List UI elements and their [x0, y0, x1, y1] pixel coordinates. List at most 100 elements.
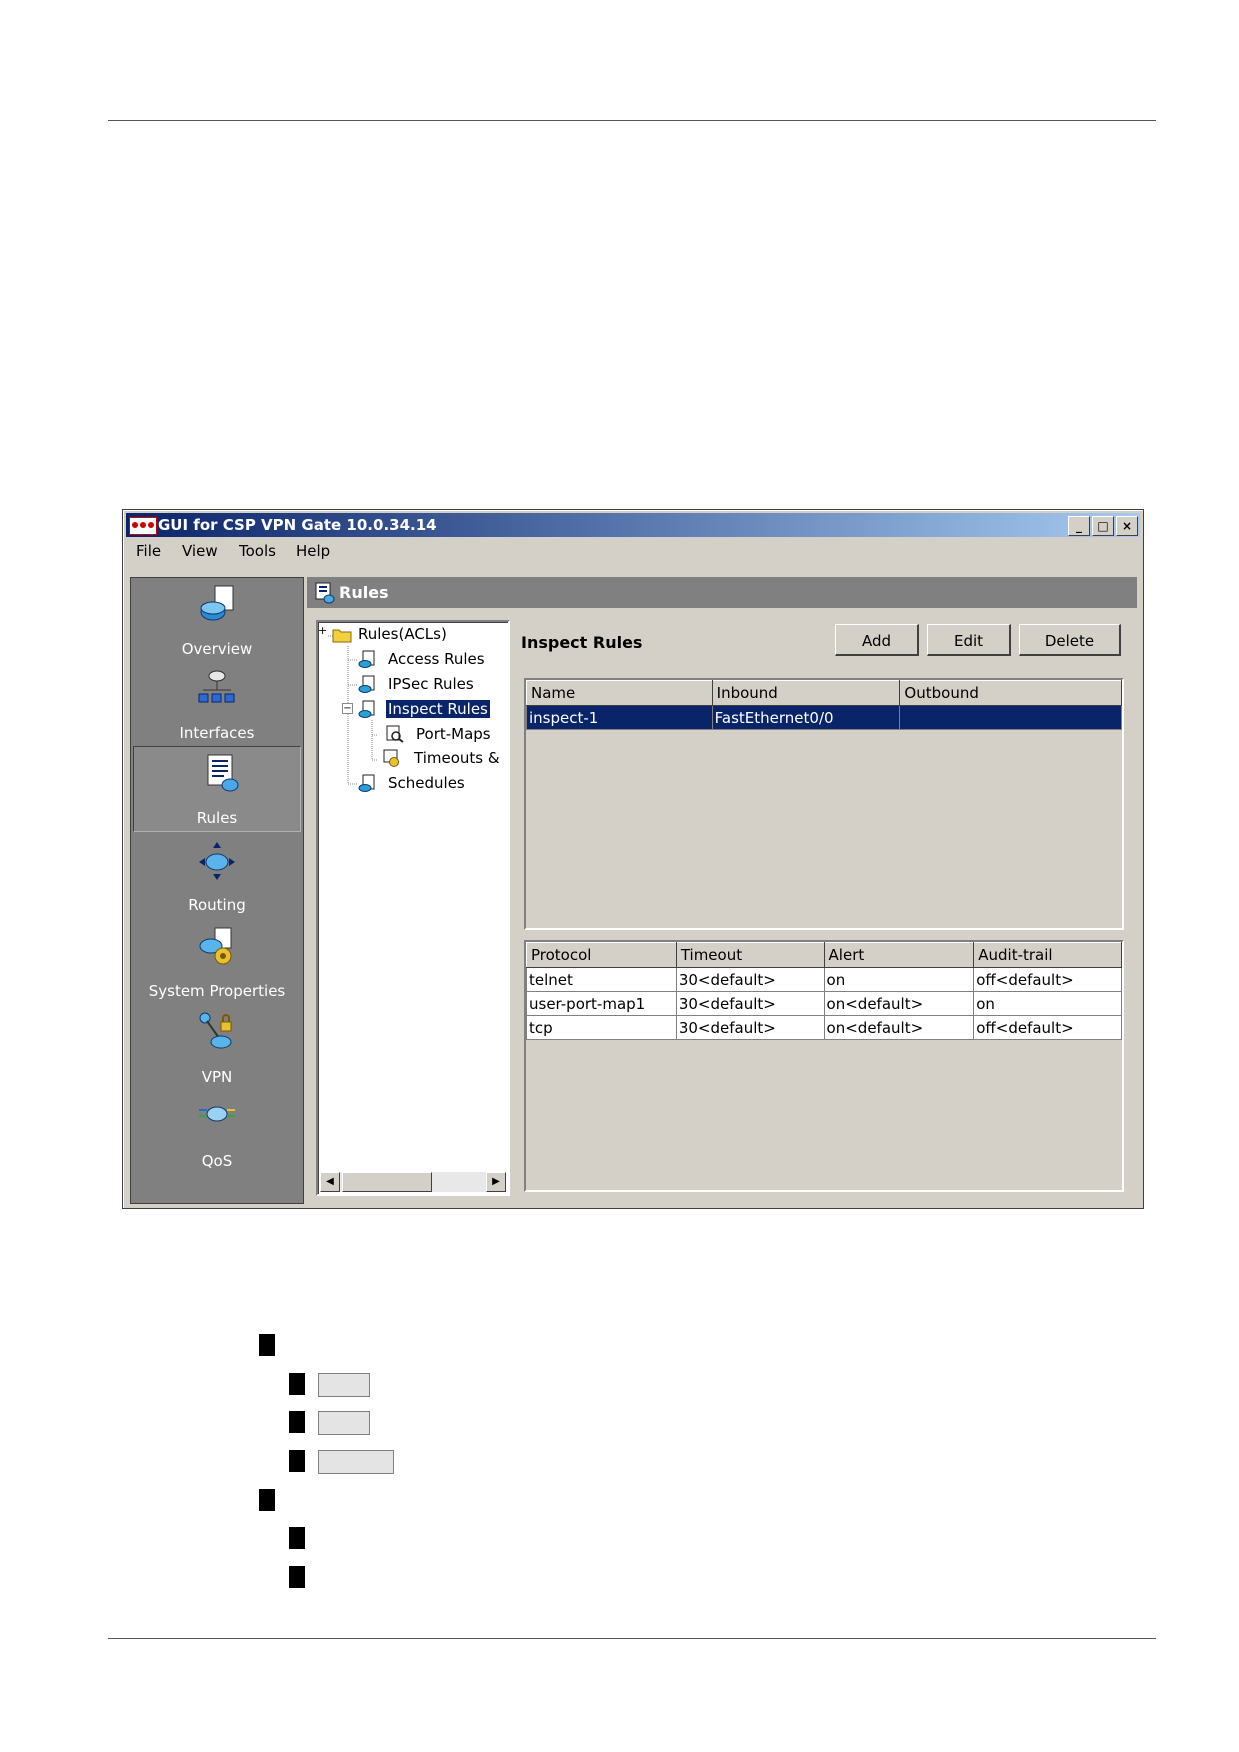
tree-item-access-rules[interactable]: Access Rules	[388, 650, 485, 668]
rule-icon	[358, 700, 375, 718]
cell-audit-trail: off<default>	[973, 967, 1122, 992]
rule-icon	[358, 650, 375, 668]
nav-item-overview[interactable]: Overview	[131, 578, 303, 662]
column-header-alert[interactable]: Alert	[823, 942, 975, 968]
tree-item-timeouts[interactable]: Timeouts &	[414, 749, 500, 767]
app-window: GUI for CSP VPN Gate 10.0.34.14 _ □ × Fi…	[122, 509, 1144, 1209]
title-bar[interactable]: GUI for CSP VPN Gate 10.0.34.14 _ □ ×	[126, 513, 1140, 537]
rules-header-icon	[315, 582, 335, 604]
tree-expander-root[interactable]: +	[318, 625, 327, 636]
close-button[interactable]: ×	[1116, 516, 1138, 536]
nav-item-qos[interactable]: QoS	[131, 1090, 303, 1174]
timeouts-icon	[383, 749, 399, 767]
rules-icon	[207, 754, 239, 792]
cell-alert: on<default>	[823, 991, 975, 1016]
interfaces-icon	[198, 670, 235, 703]
nav-label: QoS	[201, 1152, 233, 1170]
menu-file[interactable]: File	[136, 542, 161, 560]
bullet-marker	[289, 1411, 305, 1433]
tree-item-rules-acls[interactable]: Rules(ACLs)	[358, 625, 447, 643]
overview-icon	[200, 585, 234, 621]
tree-item-schedules[interactable]: Schedules	[388, 774, 465, 792]
button-glyph	[318, 1450, 394, 1474]
nav-label: Interfaces	[179, 724, 255, 742]
menu-tools[interactable]: Tools	[239, 542, 276, 560]
cell-timeout: 30<default>	[675, 967, 825, 992]
system-properties-icon	[199, 927, 232, 965]
window-title: GUI for CSP VPN Gate 10.0.34.14	[158, 516, 437, 534]
nav-label: VPN	[201, 1068, 233, 1086]
header-rule	[108, 120, 1156, 121]
cell-alert: on<default>	[823, 1015, 975, 1040]
delete-button[interactable]: Delete	[1019, 624, 1121, 656]
cell-timeout: 30<default>	[675, 991, 825, 1016]
nav-label: Rules	[196, 809, 238, 827]
tree-item-port-maps[interactable]: Port-Maps	[416, 725, 491, 743]
nav-item-rules[interactable]: Rules	[133, 746, 301, 832]
rule-icon	[358, 675, 375, 693]
menu-help[interactable]: Help	[296, 542, 330, 560]
column-header-timeout[interactable]: Timeout	[675, 942, 825, 968]
scroll-left-button[interactable]: ◀	[320, 1172, 340, 1192]
cell-timeout: 30<default>	[675, 1015, 825, 1040]
button-glyph	[318, 1373, 370, 1397]
cell-outbound	[899, 705, 1122, 730]
column-header-inbound[interactable]: Inbound	[711, 680, 901, 706]
rules-tree[interactable]: + − Rules(ACLs) Access Rules IPSec Rules…	[316, 620, 510, 1196]
scroll-thumb[interactable]	[342, 1172, 432, 1192]
table-row[interactable]: user-port-map1 30<default> on<default> o…	[526, 991, 1122, 1016]
minimize-button[interactable]: _	[1068, 516, 1090, 536]
nav-label: System Properties	[148, 982, 286, 1000]
nav-item-system-properties[interactable]: System Properties	[131, 920, 303, 1004]
portmap-icon	[386, 725, 404, 743]
table-header-row: Protocol Timeout Alert Audit-trail	[526, 942, 1122, 968]
tree-expander-inspect[interactable]: −	[342, 703, 353, 714]
nav-label: Routing	[188, 896, 246, 914]
column-header-outbound[interactable]: Outbound	[899, 680, 1122, 706]
tree-item-inspect-rules[interactable]: Inspect Rules	[386, 700, 490, 718]
cell-protocol: tcp	[526, 1015, 677, 1040]
tree-horizontal-scrollbar[interactable]: ◀ ▶	[320, 1172, 506, 1192]
table-row[interactable]: tcp 30<default> on<default> off<default>	[526, 1015, 1122, 1040]
edit-button[interactable]: Edit	[927, 624, 1011, 656]
bullet-marker	[289, 1566, 305, 1588]
column-header-name[interactable]: Name	[526, 680, 713, 706]
nav-item-vpn[interactable]: VPN	[131, 1006, 303, 1090]
cell-audit-trail: on	[973, 991, 1122, 1016]
button-glyph	[318, 1411, 370, 1435]
nav-item-routing[interactable]: Routing	[131, 834, 303, 918]
column-header-audit-trail[interactable]: Audit-trail	[973, 942, 1122, 968]
cell-protocol: telnet	[526, 967, 677, 992]
vpn-icon	[199, 1012, 232, 1049]
bullet-marker	[289, 1373, 305, 1395]
footer-rule	[108, 1638, 1156, 1639]
inspect-rules-table[interactable]: Name Inbound Outbound inspect-1 FastEthe…	[524, 678, 1124, 930]
cell-alert: on	[823, 967, 975, 992]
menu-view[interactable]: View	[182, 542, 218, 560]
table-header-row: Name Inbound Outbound	[526, 680, 1122, 706]
cell-inbound: FastEthernet0/0	[711, 705, 901, 730]
column-header-protocol[interactable]: Protocol	[526, 942, 677, 968]
routing-icon	[199, 842, 235, 880]
table-row[interactable]: inspect-1 FastEthernet0/0	[526, 705, 1122, 730]
cell-audit-trail: off<default>	[973, 1015, 1122, 1040]
rule-icon	[358, 774, 375, 792]
maximize-button[interactable]: □	[1092, 516, 1114, 536]
panel-title: Rules	[339, 583, 389, 602]
bullet-marker	[259, 1334, 275, 1356]
folder-icon	[332, 629, 352, 643]
bullet-marker	[289, 1527, 305, 1549]
nav-label: Overview	[181, 640, 253, 658]
table-row[interactable]: telnet 30<default> on off<default>	[526, 967, 1122, 992]
bullet-marker	[259, 1489, 275, 1511]
section-title: Inspect Rules	[521, 633, 643, 652]
qos-icon	[199, 1106, 235, 1122]
scroll-right-button[interactable]: ▶	[486, 1172, 506, 1192]
cell-name: inspect-1	[526, 705, 713, 730]
tree-item-ipsec-rules[interactable]: IPSec Rules	[388, 675, 474, 693]
bullet-marker	[289, 1450, 305, 1472]
cell-protocol: user-port-map1	[526, 991, 677, 1016]
add-button[interactable]: Add	[835, 624, 919, 656]
nav-item-interfaces[interactable]: Interfaces	[131, 662, 303, 746]
protocol-table[interactable]: Protocol Timeout Alert Audit-trail telne…	[524, 940, 1124, 1192]
